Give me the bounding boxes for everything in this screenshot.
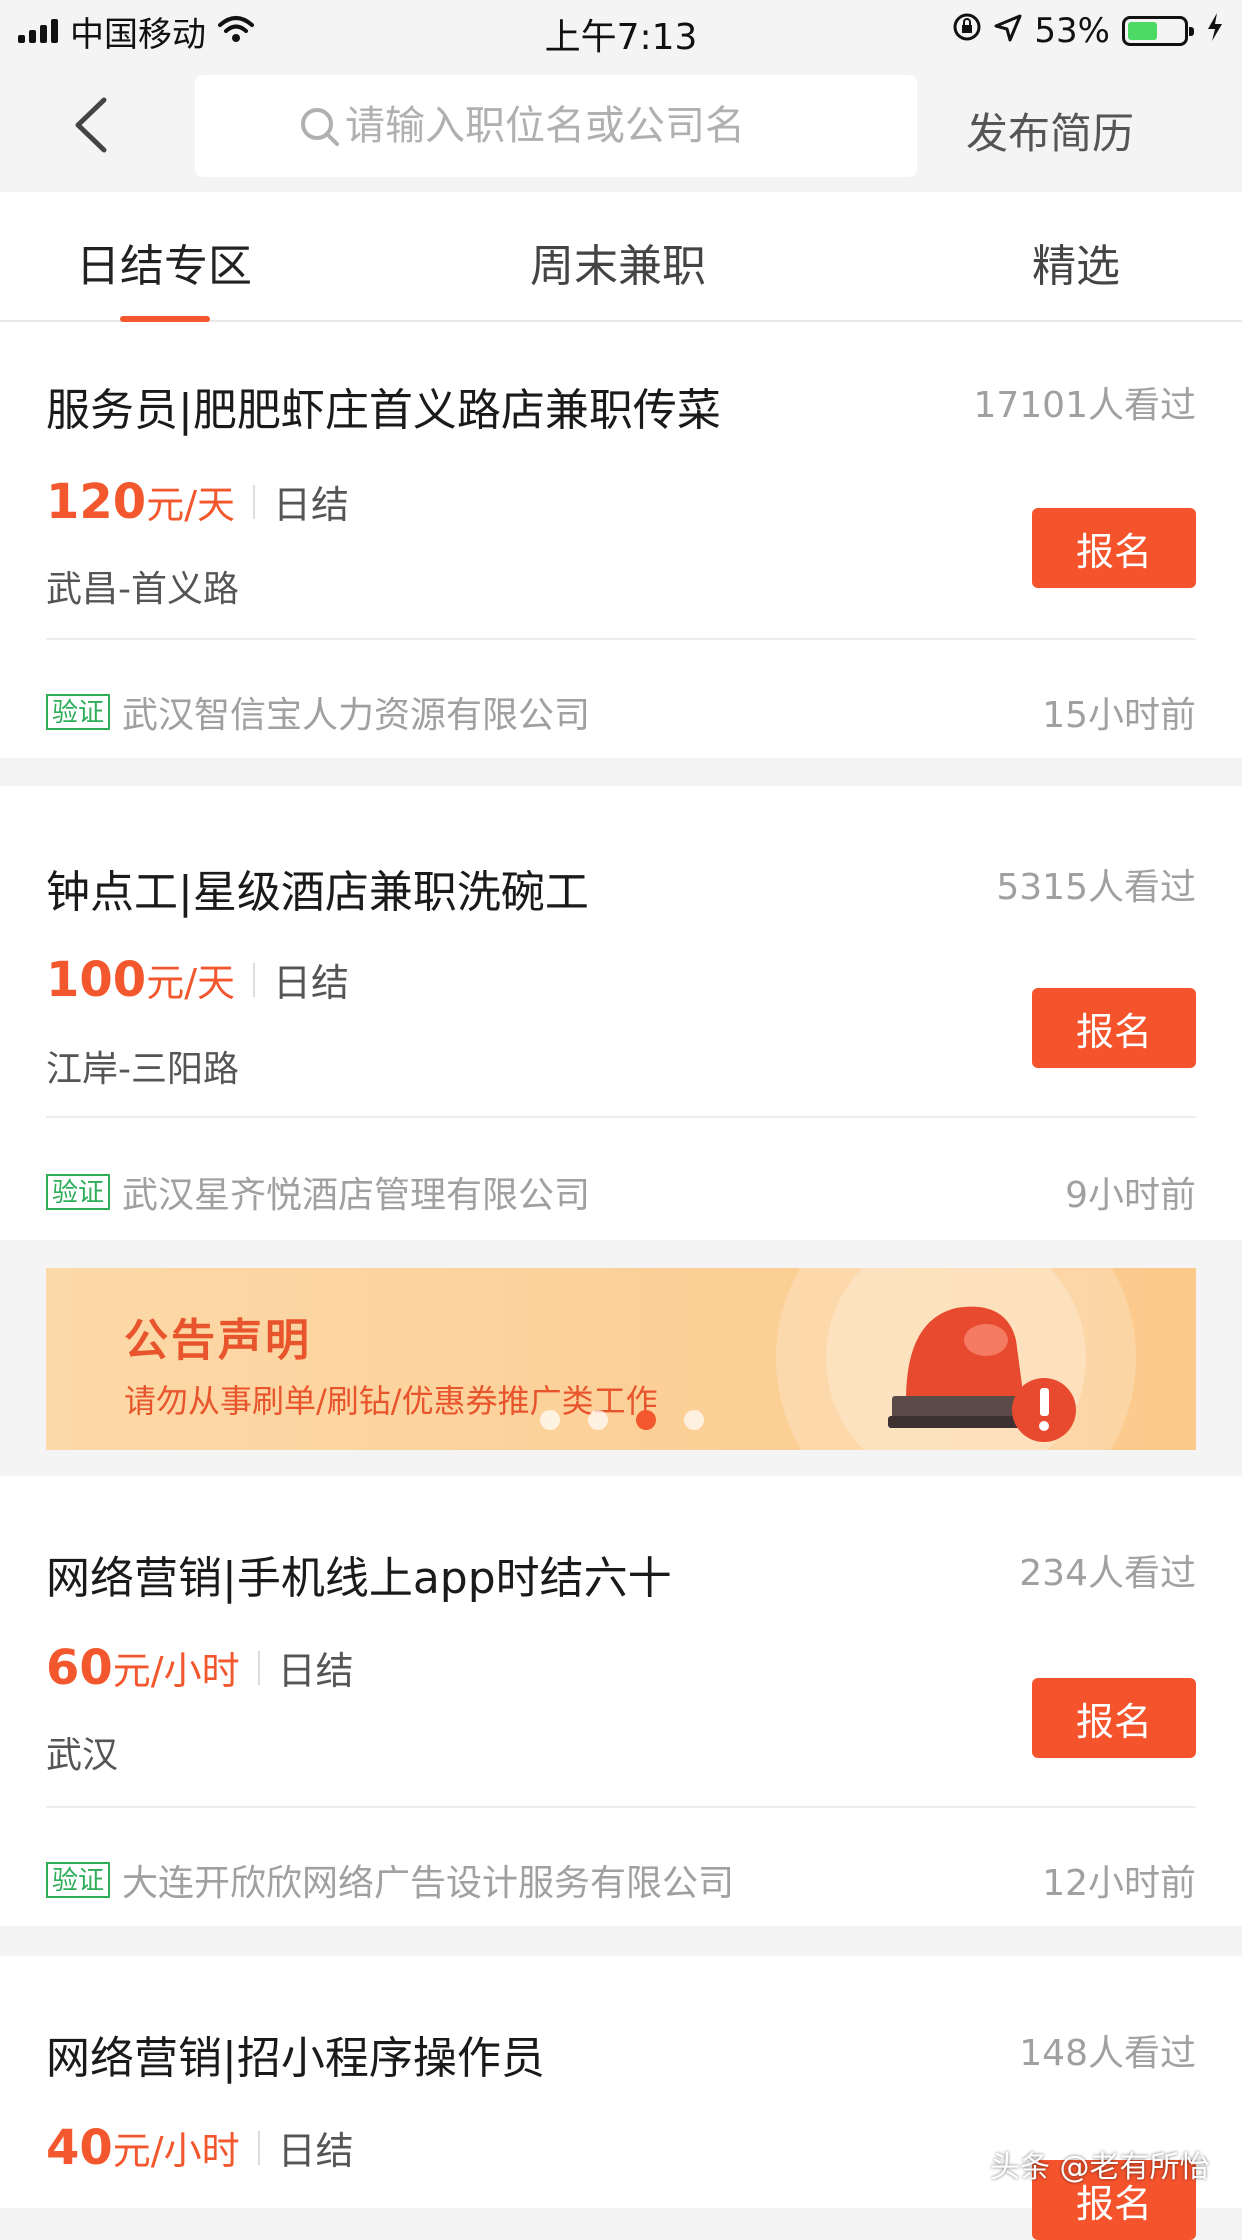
settlement-type: 日结: [273, 483, 350, 527]
category-tabs: 日结专区 周末兼职 精选: [0, 192, 1242, 322]
carousel-dot-active[interactable]: [636, 1410, 656, 1430]
post-time: 12小时前: [1042, 1863, 1196, 1904]
job-title[interactable]: 网络营销|手机线上app时结六十: [46, 1542, 672, 1606]
job-card[interactable]: 网络营销|手机线上app时结六十 234人看过 60 元/小时 日结 武汉 报名…: [0, 1476, 1242, 1926]
banner-title: 公告声明: [124, 1315, 312, 1366]
salary-row: 120 元/天 日结: [46, 474, 349, 530]
apply-button[interactable]: 报名: [1032, 1678, 1196, 1758]
location-arrow-icon: [994, 11, 1022, 51]
post-resume-button[interactable]: 发布简历: [966, 100, 1134, 161]
verified-badge: 验证: [46, 1174, 111, 1210]
job-location: 武汉: [46, 1735, 119, 1776]
salary-row: 60 元/小时 日结: [46, 1640, 354, 1696]
rotation-lock-icon: [952, 11, 982, 51]
post-time: 15小时前: [1042, 695, 1196, 736]
job-location: 江岸-三阳路: [46, 1049, 239, 1090]
charging-bolt-icon: [1206, 11, 1224, 51]
company-name[interactable]: 大连开欣欣网络广告设计服务有限公司: [122, 1854, 734, 1906]
carousel-dot[interactable]: [588, 1410, 608, 1430]
salary-unit: 元/天: [146, 483, 236, 527]
apply-button[interactable]: 报名: [1032, 508, 1196, 588]
apply-button[interactable]: 报名: [1032, 988, 1196, 1068]
divider: [46, 1806, 1196, 1808]
nav-bar: 发布简历: [0, 62, 1242, 192]
tab-weekend-parttime[interactable]: 周末兼职: [530, 230, 706, 294]
job-card[interactable]: 钟点工|星级酒店兼职洗碗工 5315人看过 100 元/天 日结 江岸-三阳路 …: [0, 786, 1242, 1240]
view-count: 17101人看过: [973, 385, 1196, 426]
settlement-type: 日结: [277, 2129, 354, 2173]
settlement-type: 日结: [273, 961, 350, 1005]
wifi-icon: [218, 15, 254, 47]
view-count: 234人看过: [1019, 1553, 1196, 1594]
divider: [257, 1651, 260, 1685]
announcement-banner-area: 公告声明 请勿从事刷单/刷钻/优惠券推广类工作: [0, 1240, 1242, 1476]
job-title[interactable]: 网络营销|招小程序操作员: [46, 2022, 545, 2086]
salary-amount: 40: [46, 2120, 113, 2176]
signal-icon: [18, 19, 58, 43]
salary-row: 100 元/天 日结: [46, 952, 349, 1008]
job-location: 武昌-首义路: [46, 569, 239, 610]
watermark: 头条 @老有所怡: [990, 2150, 1210, 2185]
battery-icon: [1122, 16, 1194, 46]
divider: [253, 963, 256, 997]
divider: [46, 1116, 1196, 1118]
company-row: 验证 大连开欣欣网络广告设计服务有限公司: [46, 1854, 734, 1906]
back-chevron-icon: [75, 97, 107, 153]
salary-unit: 元/小时: [112, 1649, 240, 1693]
divider: [46, 638, 1196, 640]
verified-badge: 验证: [46, 694, 111, 730]
salary-amount: 60: [46, 1640, 113, 1696]
job-title[interactable]: 钟点工|星级酒店兼职洗碗工: [46, 856, 589, 920]
tab-featured[interactable]: 精选: [1032, 230, 1120, 294]
announcement-banner[interactable]: 公告声明 请勿从事刷单/刷钻/优惠券推广类工作: [46, 1268, 1196, 1450]
carrier-name: 中国移动: [70, 14, 206, 55]
verified-badge: 验证: [46, 1862, 111, 1898]
battery-percent: 53%: [1034, 11, 1110, 51]
status-bar: 中国移动 上午7:13 53%: [0, 0, 1242, 62]
salary-amount: 100: [46, 952, 147, 1008]
search-input[interactable]: [345, 103, 815, 149]
job-title[interactable]: 服务员|肥肥虾庄首义路店兼职传菜: [46, 374, 721, 438]
back-button[interactable]: [62, 90, 122, 160]
carousel-indicator: [540, 1410, 704, 1430]
view-count: 148人看过: [1019, 2033, 1196, 2074]
settlement-type: 日结: [277, 1649, 354, 1693]
tab-daily-pay[interactable]: 日结专区: [76, 230, 252, 294]
search-box[interactable]: [195, 75, 917, 177]
siren-icon: [888, 1306, 1076, 1442]
carousel-dot[interactable]: [540, 1410, 560, 1430]
divider: [257, 2131, 260, 2165]
view-count: 5315人看过: [996, 867, 1196, 908]
salary-amount: 120: [46, 474, 147, 530]
job-card[interactable]: 服务员|肥肥虾庄首义路店兼职传菜 17101人看过 120 元/天 日结 武昌-…: [0, 322, 1242, 758]
company-name[interactable]: 武汉星齐悦酒店管理有限公司: [122, 1166, 590, 1218]
post-time: 9小时前: [1065, 1175, 1196, 1216]
divider: [253, 485, 256, 519]
salary-unit: 元/小时: [112, 2129, 240, 2173]
company-row: 验证 武汉智信宝人力资源有限公司: [46, 686, 590, 738]
company-row: 验证 武汉星齐悦酒店管理有限公司: [46, 1166, 590, 1218]
search-icon: [301, 108, 339, 146]
salary-row: 40 元/小时 日结: [46, 2120, 354, 2176]
carousel-dot[interactable]: [684, 1410, 704, 1430]
salary-unit: 元/天: [146, 961, 236, 1005]
company-name[interactable]: 武汉智信宝人力资源有限公司: [122, 686, 590, 738]
